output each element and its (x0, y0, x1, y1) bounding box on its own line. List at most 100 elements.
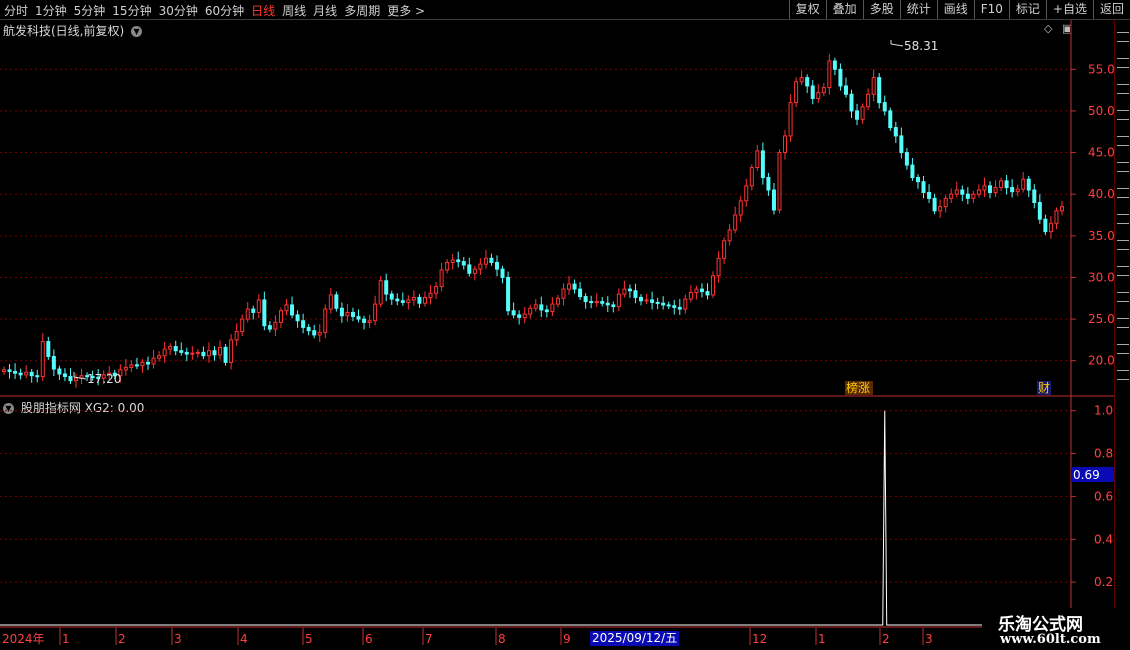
candle-body (888, 110, 893, 129)
candle-body (843, 85, 848, 95)
month-label: 4 (240, 632, 248, 646)
candle-body (389, 293, 394, 300)
candle-body (572, 283, 577, 290)
candle-body (666, 304, 671, 307)
candle-body (123, 366, 128, 371)
candle-body (777, 152, 782, 211)
candle-body (29, 371, 34, 377)
candle-body (290, 304, 295, 316)
candle-body (240, 318, 245, 333)
candle-body (627, 288, 632, 292)
candle-body (799, 77, 804, 83)
candle-body (788, 102, 793, 137)
candle-body (733, 214, 738, 231)
right-info-strip[interactable] (1114, 20, 1130, 620)
candle-body (882, 102, 887, 112)
month-label: 9 (563, 632, 571, 646)
candle-body (622, 288, 627, 295)
year-label: 2024年 (2, 632, 45, 646)
low-price-label: 17.20 (87, 372, 121, 386)
info-glyph (1117, 32, 1129, 42)
candle-body (810, 85, 815, 99)
candle-body (373, 303, 378, 322)
candle-body (915, 177, 920, 183)
candle-body (583, 296, 588, 303)
month-label: 2 (882, 632, 890, 646)
candle-body (616, 293, 621, 308)
candle-body (661, 302, 666, 306)
candle-body (406, 299, 411, 303)
candle-body (766, 177, 771, 191)
candle-body (301, 320, 306, 328)
candle-body (589, 301, 594, 304)
candle-body (816, 92, 821, 99)
candle-body (727, 229, 732, 242)
candle-body (771, 189, 776, 211)
candle-body (229, 339, 234, 363)
candle-body (467, 264, 472, 274)
candle-body (2, 369, 6, 373)
candle-body (223, 346, 228, 363)
candle-body (711, 275, 716, 296)
candle-body (644, 299, 649, 302)
candle-body (35, 375, 40, 378)
candle-body (13, 371, 18, 374)
info-glyph (1117, 344, 1129, 354)
candle-body (594, 301, 599, 304)
candle-body (517, 314, 522, 318)
candle-body (312, 330, 317, 336)
candle-body (395, 298, 400, 302)
candle-body (173, 346, 178, 352)
candle-body (168, 346, 173, 350)
candle-body (567, 283, 572, 290)
candle-body (1004, 180, 1009, 189)
candle-body (904, 152, 909, 166)
candle-body (949, 193, 954, 199)
info-glyph (1117, 214, 1129, 224)
candle-body (1048, 222, 1053, 233)
info-glyph (1117, 162, 1129, 172)
candle-body (140, 361, 145, 367)
candle-body (251, 308, 256, 313)
candle-body (157, 355, 162, 359)
candle-body (218, 346, 223, 356)
candle-body (511, 310, 516, 316)
month-label: 3 (174, 632, 182, 646)
candle-body (611, 304, 616, 308)
candle-body (738, 200, 743, 216)
candle-body (893, 127, 898, 137)
candle-body (827, 60, 832, 89)
candle-body (1015, 188, 1020, 193)
candle-body (927, 192, 932, 199)
candle-body (506, 276, 511, 312)
candle-body (783, 135, 788, 154)
candle-body (744, 185, 749, 202)
candle-body (256, 299, 261, 313)
candle-body (960, 189, 965, 195)
candle-body (705, 291, 710, 296)
candle-body (378, 280, 383, 305)
candle-body (932, 197, 937, 212)
candle-body (899, 135, 904, 154)
candle-body (639, 296, 644, 302)
candle-body (832, 60, 837, 70)
candle-body (206, 350, 211, 357)
candle-body (184, 351, 189, 355)
candle-body (550, 303, 555, 313)
candle-body (650, 299, 655, 303)
candle-body (434, 286, 439, 294)
info-glyph (1117, 318, 1129, 328)
candle-body (605, 302, 610, 306)
candle-body (954, 189, 959, 195)
candle-body (422, 296, 427, 304)
candle-body (245, 308, 250, 320)
candle-body (999, 180, 1004, 189)
candle-body (860, 106, 865, 120)
stock-chart[interactable]: 55.0050.0045.0040.0035.0030.0025.0020.00… (0, 0, 1130, 650)
candle-body (938, 206, 943, 212)
candle-body (334, 294, 339, 309)
candle-body (57, 368, 62, 375)
candle-body (838, 68, 843, 87)
candle-body (578, 288, 583, 298)
candle-body (1060, 206, 1064, 212)
